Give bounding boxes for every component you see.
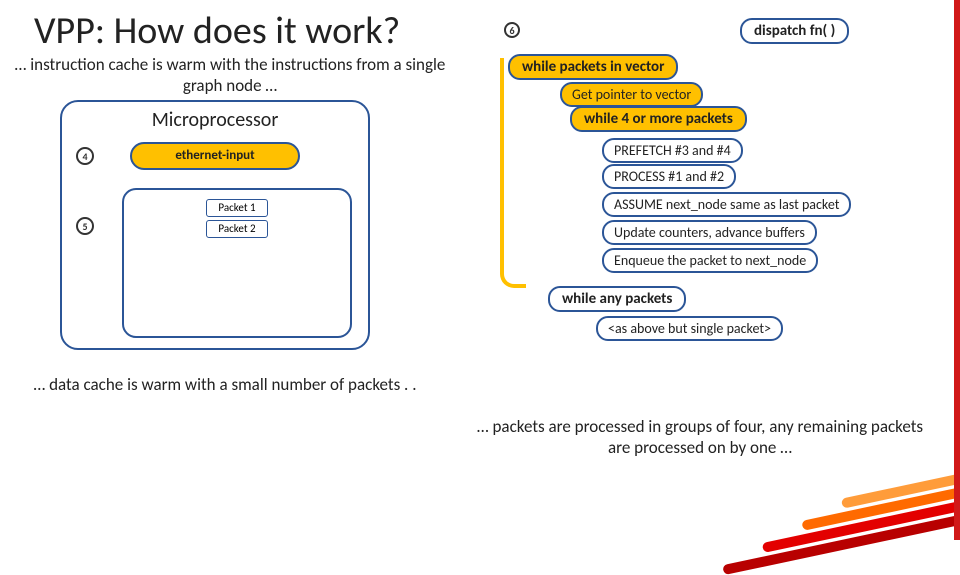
note-dcache: … data cache is warm with a small number… bbox=[20, 374, 430, 395]
microprocessor-label: Microprocessor bbox=[62, 108, 368, 132]
while-any-chip: while any packets bbox=[548, 286, 686, 312]
process-chip: PROCESS #1 and #2 bbox=[602, 164, 736, 189]
while-vector-stroke bbox=[500, 58, 526, 288]
right-edge-bar bbox=[954, 0, 960, 540]
packet-row: Packet 1 bbox=[206, 199, 268, 217]
assume-chip: ASSUME next_node same as last packet bbox=[602, 192, 851, 217]
enqueue-chip: Enqueue the packet to next_node bbox=[602, 248, 818, 273]
single-packet-chip: <as above but single packet> bbox=[596, 316, 783, 341]
microprocessor-box: Microprocessor 4 ethernet-input 5 Packet… bbox=[60, 100, 370, 350]
get-pointer-chip: Get pointer to vector bbox=[560, 82, 703, 107]
while-vector-chip: while packets in vector bbox=[508, 54, 678, 80]
counters-chip: Update counters, advance buffers bbox=[602, 220, 817, 245]
packet-row: Packet 2 bbox=[206, 220, 268, 238]
step-badge-5: 5 bbox=[76, 217, 94, 235]
step-badge-6: 6 bbox=[504, 22, 520, 38]
prefetch-chip: PREFETCH #3 and #4 bbox=[602, 138, 743, 163]
step-badge-4: 4 bbox=[76, 147, 94, 165]
note-icache: … instruction cache is warm with the ins… bbox=[10, 54, 450, 96]
dispatch-fn-chip: dispatch fn( ) bbox=[740, 18, 849, 44]
note-groups: … packets are processed in groups of fou… bbox=[470, 416, 930, 458]
ethernet-input-chip: ethernet-input bbox=[130, 142, 300, 170]
while-four-chip: while 4 or more packets bbox=[570, 106, 747, 132]
page-title: VPP: How does it work? bbox=[34, 8, 400, 54]
packet-buffer-box: Packet 1 Packet 2 bbox=[122, 188, 352, 338]
